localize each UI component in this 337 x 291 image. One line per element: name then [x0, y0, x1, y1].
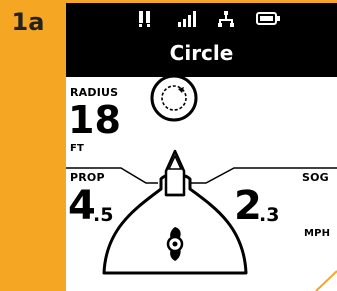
corner-slash	[315, 270, 337, 291]
figure-label: 1a	[4, 6, 52, 38]
device-screen: Circle RADIUS 18 FT PROP 4 .5 SOG 2 .3 M…	[66, 3, 337, 291]
